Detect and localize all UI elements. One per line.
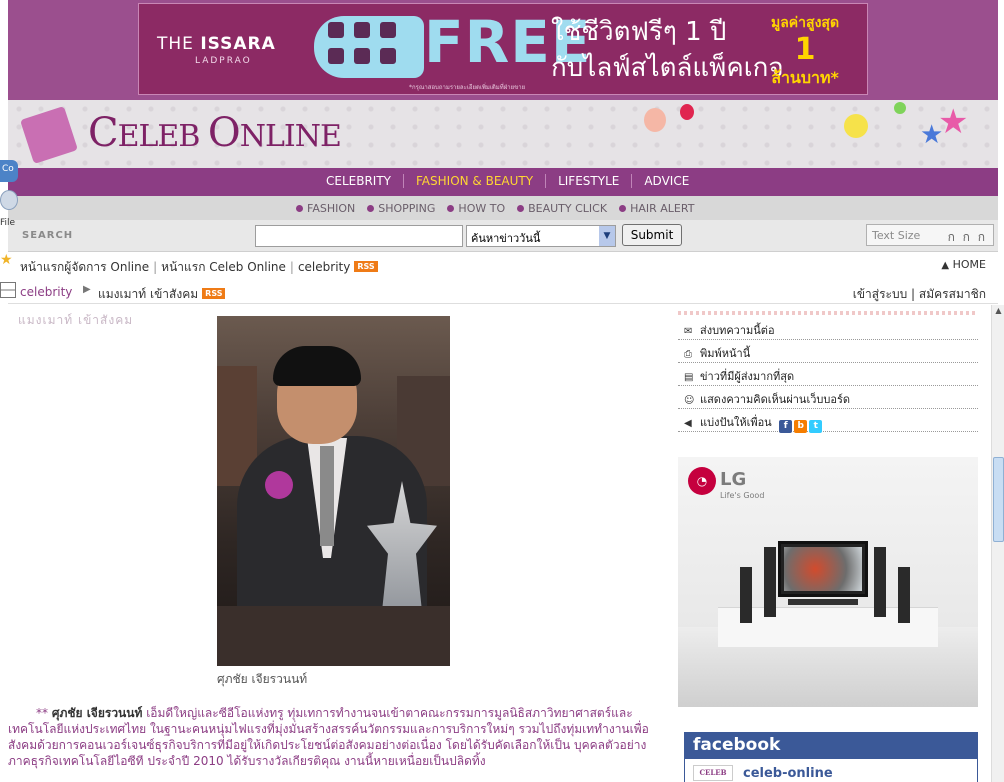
home-link[interactable]: ▲ HOME (941, 258, 986, 271)
nav-advice[interactable]: ADVICE (632, 174, 701, 188)
banner-fine-print: *กรุณาสอบถามรายละเอียดเพิ่มเติมที่ฝ่ายขา… (409, 84, 526, 91)
top-banner-area: THE ISSARA LADPRAO FREE ใช้ชีวิตฟรีๆ 1 ป… (8, 0, 998, 100)
subnav-fashion[interactable]: FASHION (290, 202, 361, 215)
grid-icon[interactable] (0, 282, 16, 298)
main-nav: CELEBRITY FASHION & BEAUTY LIFESTYLE ADV… (8, 168, 998, 196)
sub-nav: FASHION SHOPPING HOW TO BEAUTY CLICK HAI… (8, 196, 998, 220)
issara-ad-banner[interactable]: THE ISSARA LADPRAO FREE ใช้ชีวิตฟรีๆ 1 ป… (138, 3, 868, 95)
balloon-icon (894, 102, 906, 114)
most-sent-link[interactable]: ▤ ข่าวที่มีผู้ส่งมากที่สุด (678, 363, 978, 386)
search-scope-select[interactable]: ค้นหาข่าววันนี้ ▼ (466, 225, 616, 247)
article-body: ** ศุภชัย เจียรวนนท์ เอ็มดีใหญ่และซีอีโอ… (8, 706, 649, 768)
article: แมงเมาท์ เข้าสังคม ศุภชัย เจียรวนนท์ ** … (8, 305, 668, 782)
issara-sub: LADPRAO (195, 56, 252, 66)
register-link[interactable]: สมัครสมาชิก (919, 287, 986, 301)
speaker-icon (740, 567, 752, 623)
photo-caption: ศุภชัย เจียรวนนท์ (217, 672, 308, 686)
bullet-icon (517, 205, 525, 212)
scrollbar-thumb[interactable] (993, 457, 1004, 542)
tab-fragment[interactable]: Co (0, 160, 18, 182)
link-celebrity[interactable]: celebrity (298, 260, 350, 274)
megaphone-icon: ◀ (684, 418, 692, 429)
breadcrumb-top: หน้าแรกผู้จัดการ Online | หน้าแรก Celeb On… (20, 258, 986, 274)
nav-fashion-beauty[interactable]: FASHION & BEAUTY (404, 174, 547, 188)
account-links: เข้าสู่ระบบ | สมัครสมาชิก (852, 287, 986, 301)
facebook-title: facebook (685, 733, 977, 759)
bullet-icon (619, 205, 627, 212)
home-icon: ▲ (941, 260, 950, 271)
arrow-right-icon: ▶ (83, 284, 91, 295)
speaker-icon (764, 547, 776, 617)
lg-brand: LG (720, 469, 747, 490)
send-article-link[interactable]: ✉ ส่งบทความนี้ต่อ (678, 317, 978, 340)
banner-thai-text: ใช้ชีวิตฟรีๆ 1 ปี กับไลฟ์สไตล์แพ็คเกจ (551, 17, 784, 83)
faded-heading: แมงเมาท์ เข้าสังคม (18, 313, 134, 327)
printer-icon: ⎙ (684, 349, 692, 360)
submit-button[interactable]: Submit (622, 224, 682, 246)
twitter-icon[interactable]: t (809, 420, 823, 433)
login-link[interactable]: เข้าสู่ระบบ (853, 287, 908, 301)
page: THE ISSARA LADPRAO FREE ใช้ชีวิตฟรีๆ 1 ป… (0, 0, 1004, 782)
site-logo[interactable]: CELEB ONLINE (88, 110, 342, 156)
link-celeb-online-home[interactable]: หน้าแรก Celeb Online (161, 260, 286, 274)
speaker-icon (874, 547, 886, 617)
logo-bar: CELEB ONLINE ★ ★ (8, 100, 998, 168)
nav-celebrity[interactable]: CELEBRITY (314, 174, 404, 188)
article-tools: ✉ ส่งบทความนี้ต่อ ⎙ พิมพ์หน้านี้ ▤ ข่าวที่ม… (678, 317, 978, 433)
speaker-icon (898, 567, 910, 623)
scroll-up-icon[interactable]: ▲ (993, 306, 1004, 318)
lg-tagline: Life's Good (720, 491, 765, 500)
balloon-icon (680, 104, 694, 120)
rss-icon[interactable]: RSS (354, 261, 378, 272)
bullet-icon (367, 205, 375, 212)
subnav-how-to[interactable]: HOW TO (441, 202, 511, 215)
balloon-icon (844, 114, 868, 138)
search-input[interactable] (255, 225, 463, 247)
bullet-icon (447, 205, 455, 212)
chevron-down-icon: ▼ (599, 226, 615, 246)
facebook-widget: facebook CELEB celeb-online (684, 732, 978, 782)
right-sidebar: ✉ ส่งบทความนี้ต่อ ⎙ พิมพ์หน้านี้ ▤ ข่าวที่ม… (678, 305, 980, 782)
print-page-link[interactable]: ⎙ พิมพ์หน้านี้ (678, 340, 978, 363)
article-photo (217, 316, 450, 666)
text-size-icons[interactable]: ก ก ก (948, 228, 987, 247)
rss-icon[interactable]: RSS (202, 288, 226, 299)
nav-lifestyle[interactable]: LIFESTYLE (546, 174, 633, 188)
lg-ad-banner[interactable]: ◔ LG Life's Good (678, 457, 978, 707)
issara-brand: THE ISSARA (157, 34, 276, 54)
section-title: แมงเมาท์ เข้าสังคม RSS (98, 285, 226, 304)
lifestyle-icons (314, 16, 424, 78)
link-manager-online-home[interactable]: หน้าแรกผู้จัดการ Online (20, 260, 149, 274)
search-bar: SEARCH ค้นหาข่าววันนี้ ▼ Submit Text Size… (8, 220, 998, 252)
lg-logo-icon: ◔ (688, 467, 716, 495)
webboard-comment-link[interactable]: ☺ แสดงความคิดเห็นผ่านเว็บบอร์ด (678, 386, 978, 409)
envelope-icon: ✉ (684, 326, 693, 337)
subnav-beauty-click[interactable]: BEAUTY CLICK (511, 202, 613, 215)
blogger-icon[interactable]: b (794, 420, 808, 433)
document-icon: ▤ (684, 372, 694, 383)
banner-promo: มูลค่าสูงสุด 1 ล้านบาท* (771, 15, 840, 87)
facebook-page-link[interactable]: CELEB celeb-online (685, 759, 977, 782)
subnav-shopping[interactable]: SHOPPING (361, 202, 441, 215)
favorites-star-icon[interactable]: ★ (0, 252, 13, 268)
star-icon: ★ (920, 120, 944, 150)
celeb-mini-logo: CELEB (693, 765, 733, 781)
back-icon[interactable] (0, 190, 18, 210)
category-link[interactable]: celebrity (20, 285, 72, 299)
search-label: SEARCH (22, 230, 74, 241)
tv-image (778, 541, 868, 597)
balloon-icon (644, 108, 666, 132)
subnav-hair-alert[interactable]: HAIR ALERT (613, 202, 700, 215)
file-menu-fragment[interactable]: File (0, 218, 15, 228)
user-icon: ☺ (684, 395, 695, 406)
app-sidebar-fragment: Co File ★ (0, 160, 18, 310)
bullet-icon (296, 205, 303, 212)
page-scrollbar[interactable]: ▲ (991, 305, 1004, 782)
free-graphic: FREE (314, 8, 591, 82)
facebook-icon[interactable]: f (779, 420, 793, 433)
share-friends-link[interactable]: ◀ แบ่งปันให้เพื่อน f b t (678, 409, 978, 433)
text-size-control[interactable]: Text Size ก ก ก (866, 224, 994, 246)
breadcrumb-section: celebrity ▶ แมงเมาท์ เข้าสังคม RSS เข้าสู… (8, 280, 998, 304)
